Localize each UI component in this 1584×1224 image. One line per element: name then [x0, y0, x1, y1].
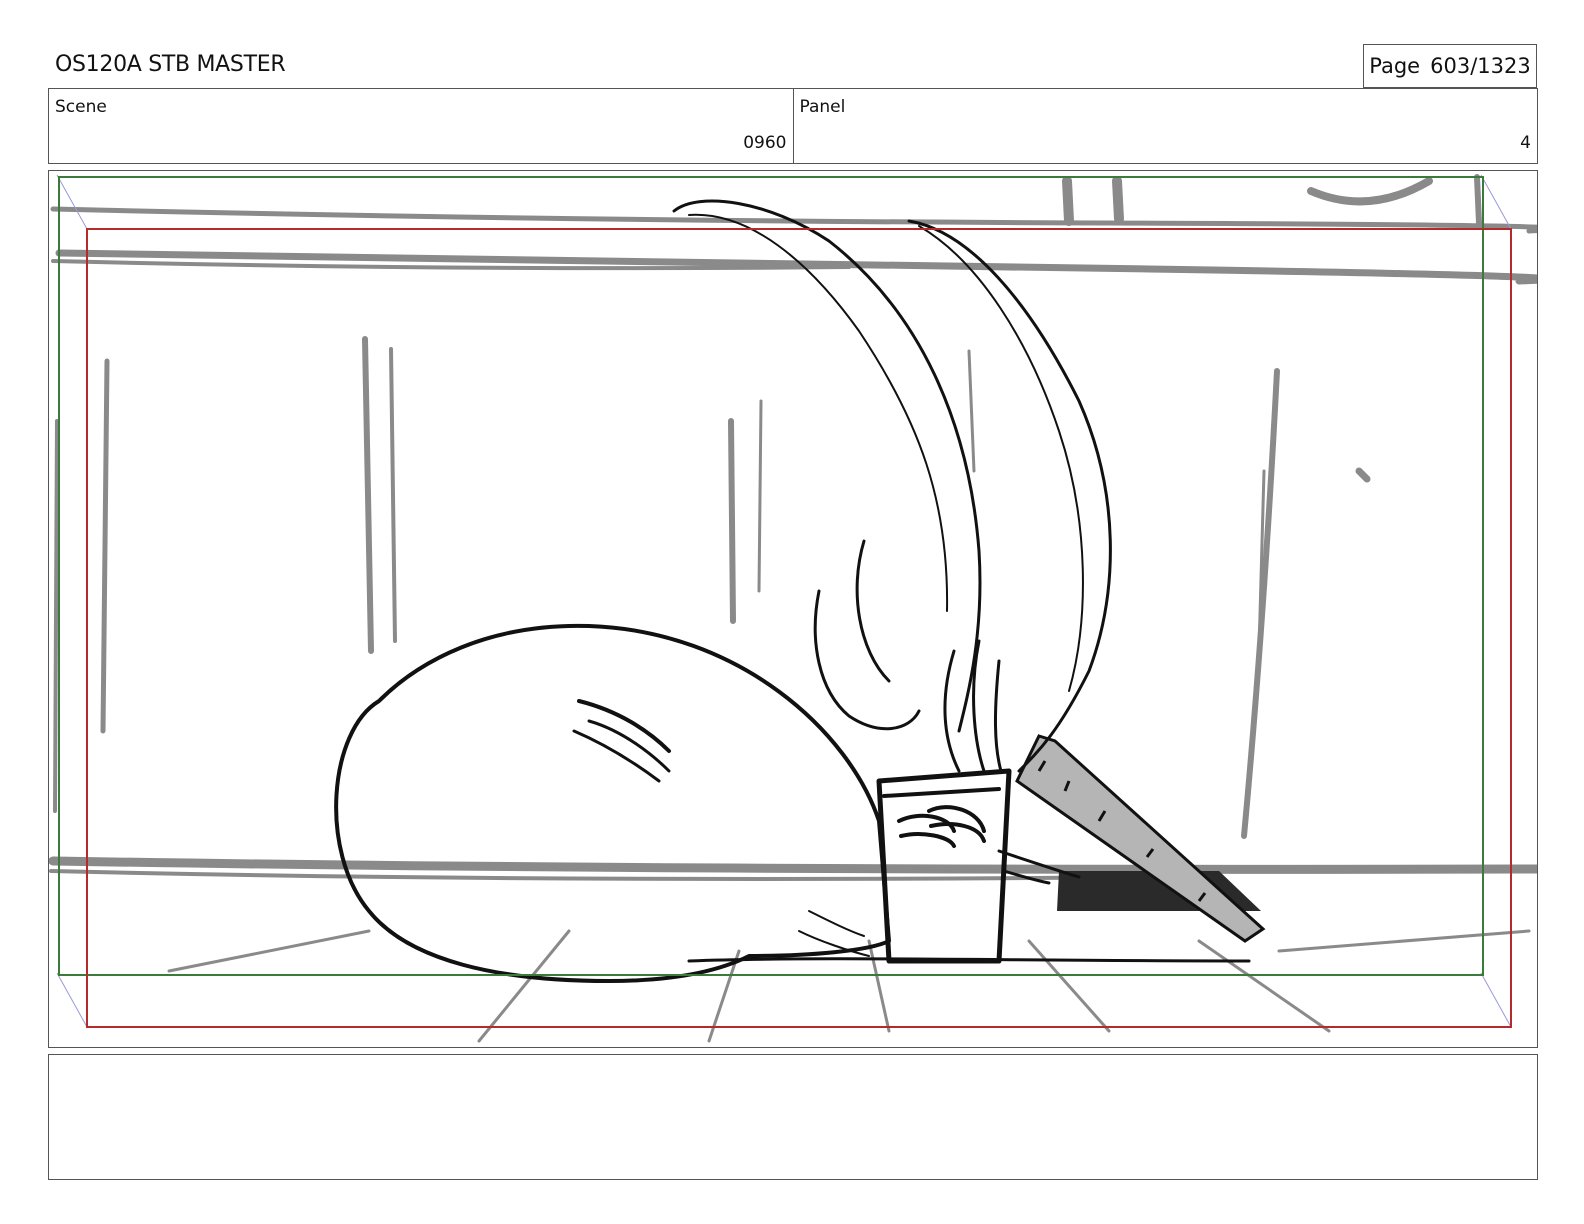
tablet-prop — [1015, 734, 1266, 943]
safe-frame-guide — [58, 176, 1484, 976]
page-label: Page — [1369, 54, 1421, 78]
perspective-guides — [56, 174, 1512, 1028]
panel-drawing — [49, 174, 1537, 1043]
document-title: OS120A STB MASTER — [55, 52, 286, 77]
background-sketch — [49, 174, 1537, 1043]
panel-notes — [48, 1054, 1538, 1180]
panel-number: 4 — [1520, 133, 1531, 153]
scene-cell: Scene 0960 — [49, 89, 793, 163]
page-indicator: Page 603/1323 — [1363, 44, 1537, 88]
scene-panel-info: Scene 0960 Panel 4 — [48, 88, 1538, 164]
panel-label: Panel — [799, 97, 846, 117]
panel-cell: Panel 4 — [792, 89, 1538, 163]
action-frame-guide — [86, 228, 1512, 1028]
scene-number: 0960 — [743, 133, 787, 153]
scene-label: Scene — [55, 97, 107, 117]
page-number: 603/1323 — [1430, 54, 1531, 78]
storyboard-panel — [48, 170, 1538, 1048]
